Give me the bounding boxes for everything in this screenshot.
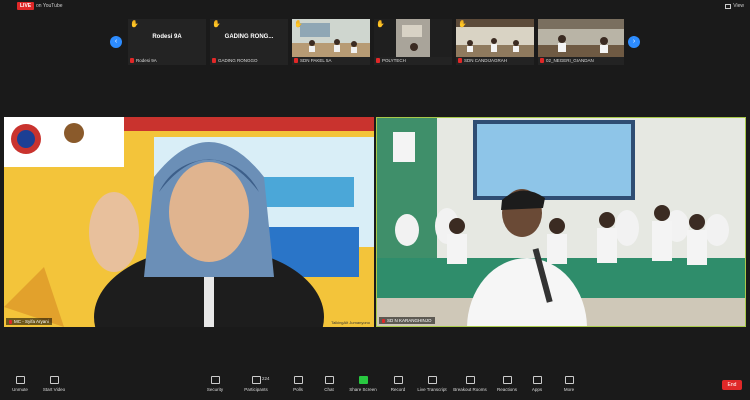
meeting-toolbar: Unmute Start Video Security 224 Particip… <box>0 372 750 400</box>
muted-mic-icon <box>382 318 385 323</box>
start-video-button[interactable]: Start Video <box>34 376 74 392</box>
muted-mic-icon <box>376 58 380 63</box>
participant-name-tag: SD N KARANGHINJO <box>379 317 435 324</box>
chevron-right-icon[interactable]: › <box>628 36 640 48</box>
raised-hand-icon: ✋ <box>376 21 385 28</box>
participants-button[interactable]: 224 Participants <box>236 376 276 392</box>
raised-hand-icon: ✋ <box>130 21 139 28</box>
live-transcript-button[interactable]: Live Transcript <box>412 376 452 392</box>
muted-mic-icon <box>540 58 544 63</box>
live-transcript-label: Live Transcript <box>417 387 447 392</box>
participant-name: Rodesi 9A <box>136 58 157 63</box>
reactions-icon <box>502 376 512 384</box>
muted-mic-icon <box>294 58 298 63</box>
classroom-video <box>456 19 534 57</box>
security-button[interactable]: Security <box>195 376 235 392</box>
participant-tile[interactable]: 02_NEGERI_GIANDAN <box>538 19 624 65</box>
participants-label: Participants <box>244 387 268 392</box>
more-label: More <box>563 387 575 392</box>
speaker-video-frame <box>4 117 374 327</box>
cc-icon <box>427 376 437 384</box>
end-meeting-button[interactable]: End <box>722 380 742 390</box>
chevron-left-icon[interactable]: ‹ <box>110 36 122 48</box>
share-screen-icon <box>358 376 368 384</box>
classroom-video <box>292 19 370 57</box>
breakout-rooms-label: Breakout Rooms <box>453 387 487 392</box>
video-camera-icon <box>49 376 59 384</box>
share-screen-button[interactable]: Share Screen <box>343 376 383 392</box>
participant-name: POLYTECH <box>382 58 406 63</box>
muted-mic-icon <box>212 58 216 63</box>
muted-mic-icon <box>9 319 12 324</box>
raised-hand-icon: ✋ <box>458 21 467 28</box>
security-label: Security <box>206 387 224 392</box>
participant-caption: SDN CANDIJAGRAH <box>458 58 507 63</box>
participant-display-name: GADING RONG... <box>224 34 274 40</box>
breakout-rooms-button[interactable]: Breakout Rooms <box>450 376 490 392</box>
muted-mic-icon <box>130 58 134 63</box>
view-button[interactable]: View <box>725 2 744 10</box>
participant-name: SDN CANDIJAGRAH <box>464 58 508 63</box>
record-icon <box>393 376 403 384</box>
participant-caption: SDN PAKEL 5A <box>294 58 332 63</box>
participant-name-tag: MC - Syifa Aryani <box>6 318 52 325</box>
participant-display-name: Rodesi 9A <box>152 34 182 40</box>
raised-hand-icon: ✋ <box>294 21 303 28</box>
participant-caption: GADING RONGGO <box>212 58 258 63</box>
participant-caption: 02_NEGERI_GIANDAN <box>540 58 594 63</box>
grid-icon <box>725 3 732 9</box>
participant-tile[interactable]: ✋ GADING RONG... GADING RONGGO <box>210 19 288 65</box>
participant-name: GADING RONGGO <box>218 58 258 63</box>
breakout-rooms-icon <box>465 376 475 384</box>
classroom-video <box>374 19 452 57</box>
participant-caption: POLYTECH <box>376 58 406 63</box>
chat-icon <box>324 376 334 384</box>
live-badge[interactable]: LIVE <box>17 2 35 10</box>
participant-tile[interactable]: ✋ Rodesi 9A Rodesi 9A <box>128 19 206 65</box>
start-video-label: Start Video <box>42 387 66 392</box>
speaker-video-right[interactable]: SD N KARANGHINJO <box>376 117 746 327</box>
participant-tile[interactable]: ✋ POLYTECH <box>374 19 452 65</box>
participants-count: 224 <box>262 376 270 381</box>
speaker-video-left[interactable]: TalkingAlt Jumanyono MC - Syifa Aryani <box>4 117 374 327</box>
video-watermark: TalkingAlt Jumanyono <box>331 320 370 325</box>
live-destination-label[interactable]: on YouTube <box>36 2 63 10</box>
participant-tile[interactable]: ✋ SDN CANDIJAGRAH <box>456 19 534 65</box>
apps-icon <box>532 376 542 384</box>
participant-caption: Rodesi 9A <box>130 58 157 63</box>
participant-name: SDN PAKEL 5A <box>300 58 332 63</box>
more-icon <box>564 376 574 384</box>
polls-icon <box>293 376 303 384</box>
microphone-icon <box>15 376 25 384</box>
classroom-video-frame <box>377 118 745 326</box>
participant-name: MC - Syifa Aryani <box>14 319 49 324</box>
participants-icon <box>251 376 261 384</box>
more-button[interactable]: More <box>549 376 589 392</box>
muted-mic-icon <box>458 58 462 63</box>
participant-name: 02_NEGERI_GIANDAN <box>546 58 594 63</box>
raised-hand-icon: ✋ <box>212 21 221 28</box>
share-screen-label: Share Screen <box>349 387 377 392</box>
shield-icon <box>210 376 220 384</box>
participant-strip: ‹ ✋ Rodesi 9A Rodesi 9A ✋ GADING RONG...… <box>110 19 640 67</box>
view-label: View <box>733 3 744 9</box>
classroom-video <box>538 19 624 57</box>
participant-tile[interactable]: ✋ SDN PAKEL 5A <box>292 19 370 65</box>
participant-name: SD N KARANGHINJO <box>387 318 432 323</box>
top-bar: LIVE on YouTube View <box>0 0 750 12</box>
